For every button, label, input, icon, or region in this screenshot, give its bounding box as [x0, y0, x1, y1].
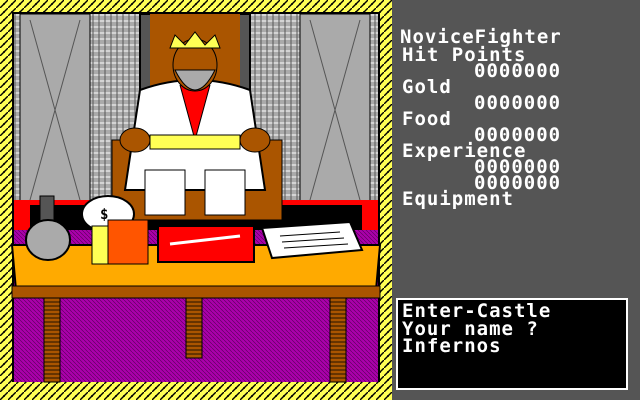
candle [91, 225, 109, 265]
stat-label-food: Food [402, 108, 452, 130]
throne-room-scene: $ [0, 0, 392, 400]
stat-value-gold: 0000000 [474, 92, 562, 114]
stat-label-equipment: Equipment [402, 188, 514, 210]
stat-value-hit-points: 0000000 [474, 60, 562, 82]
stat-label-gold: Gold [402, 76, 452, 98]
game-screen: $ NoviceFighter Hit Points 0000000 Gold … [0, 0, 640, 400]
name-input[interactable]: Infernos [402, 337, 502, 356]
bread-loaf [107, 219, 149, 265]
svg-text:$: $ [100, 207, 108, 223]
